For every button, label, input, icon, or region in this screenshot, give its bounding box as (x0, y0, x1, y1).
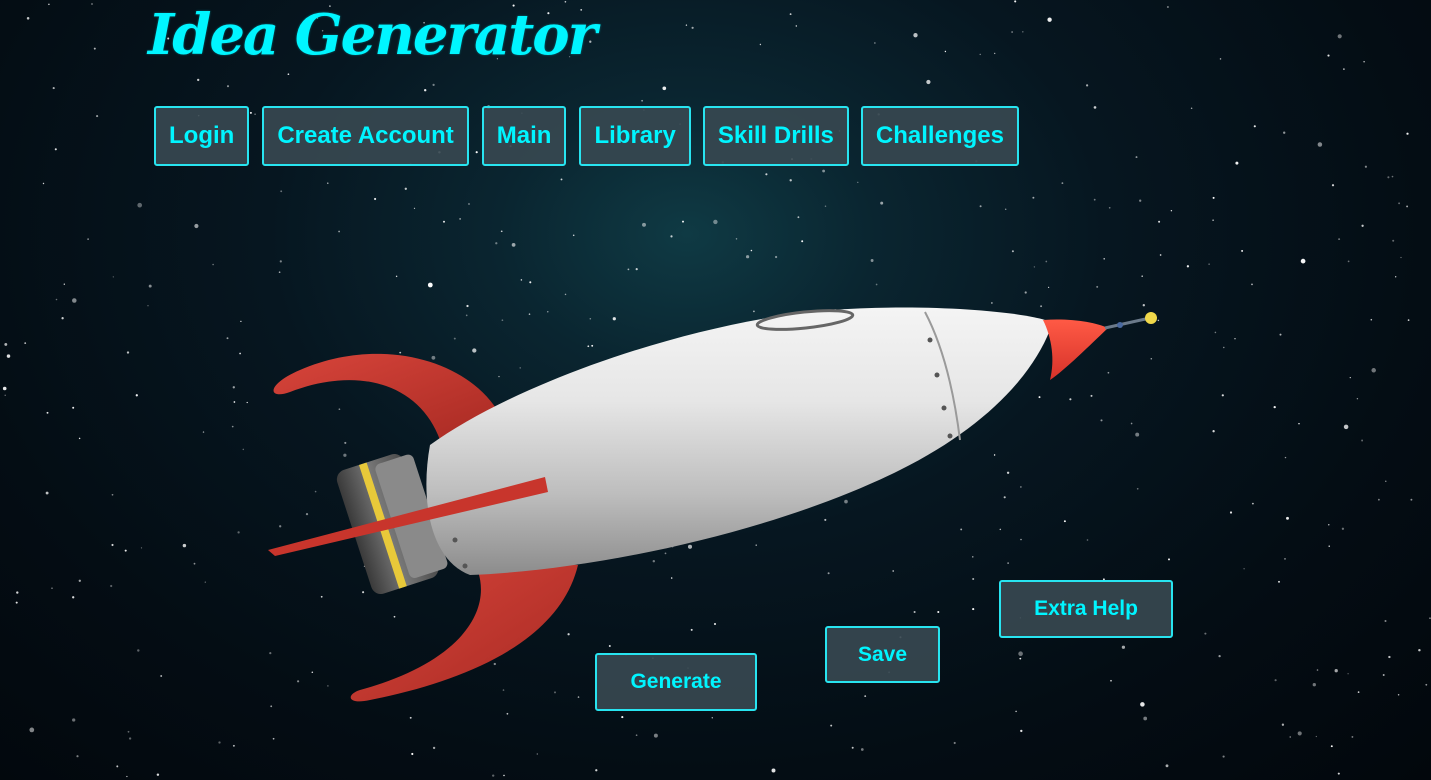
generate-button[interactable]: Generate (595, 653, 757, 711)
save-button[interactable]: Save (825, 626, 940, 683)
extra-help-button[interactable]: Extra Help (999, 580, 1173, 638)
